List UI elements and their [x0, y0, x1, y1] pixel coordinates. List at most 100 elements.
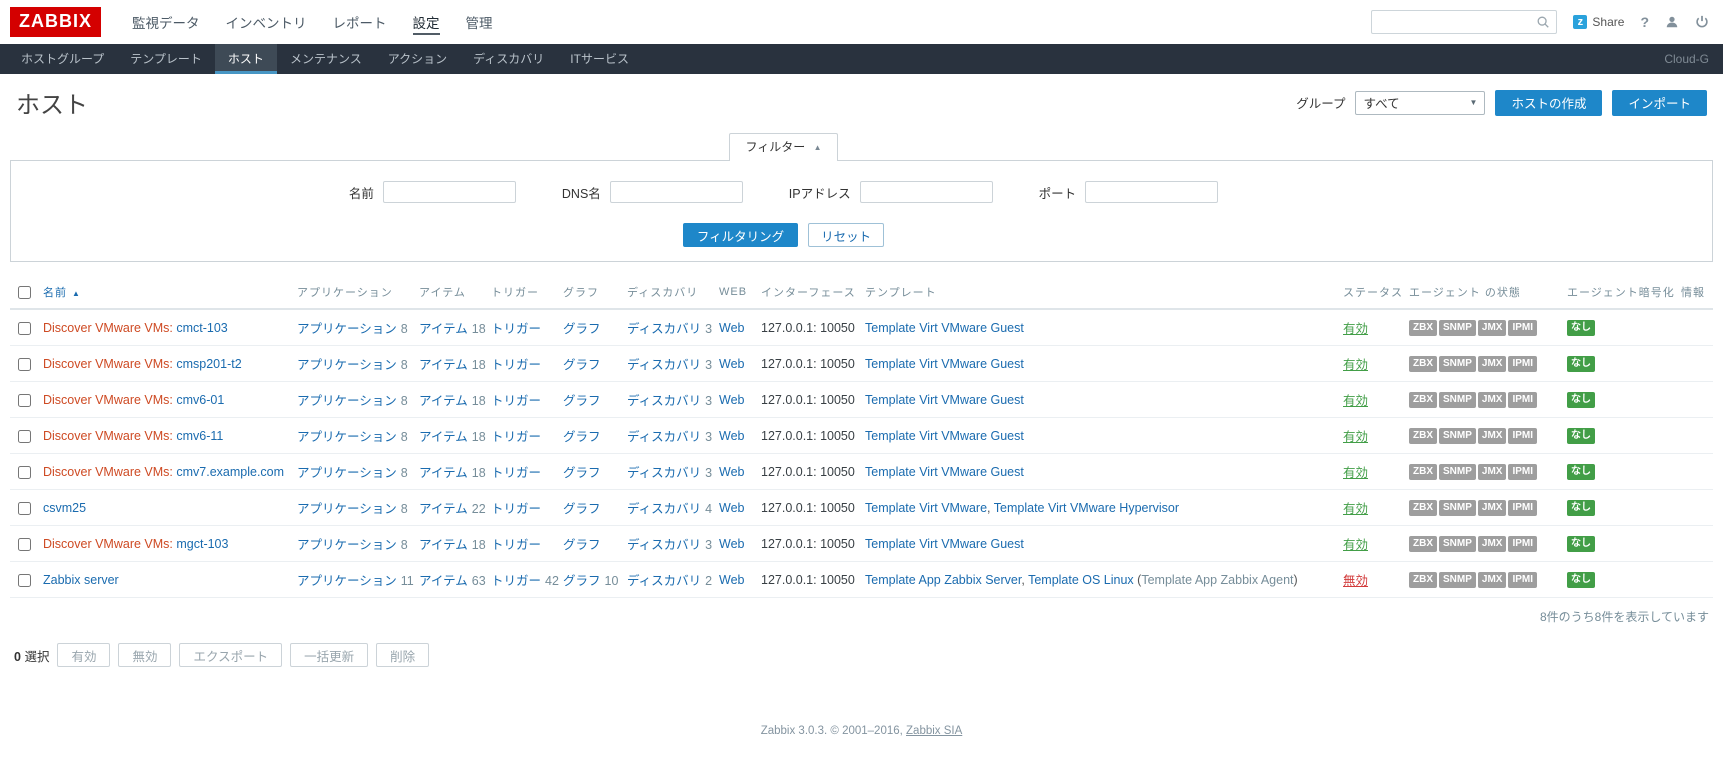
template-link[interactable]: Template Virt VMware	[865, 501, 987, 515]
triggers-link[interactable]: トリガー	[491, 538, 541, 552]
subnav-item[interactable]: ホストグループ	[8, 44, 117, 74]
user-profile-icon[interactable]	[1665, 15, 1679, 29]
subnav-item[interactable]: ホスト	[214, 44, 277, 74]
web-link[interactable]: Web	[719, 465, 744, 479]
triggers-link[interactable]: トリガー	[491, 394, 541, 408]
row-checkbox[interactable]	[18, 465, 31, 479]
share-button[interactable]: z Share	[1573, 15, 1624, 29]
discovery-link[interactable]: ディスカバリ	[627, 394, 701, 408]
status-link[interactable]: 有効	[1343, 466, 1368, 480]
web-link[interactable]: Web	[719, 501, 744, 515]
discovery-link[interactable]: ディスカバリ	[627, 358, 701, 372]
discovery-link[interactable]: ディスカバリ	[627, 538, 701, 552]
graphs-link[interactable]: グラフ	[563, 574, 601, 588]
template-link[interactable]: Template Virt VMware Guest	[865, 393, 1024, 407]
top-menu-item[interactable]: 監視データ	[119, 0, 213, 44]
top-menu-item[interactable]: 設定	[400, 0, 453, 44]
select-all-checkbox[interactable]	[18, 285, 31, 299]
top-menu-item[interactable]: 管理	[453, 0, 506, 44]
discovery-link[interactable]: ディスカバリ	[627, 502, 701, 516]
status-link[interactable]: 有効	[1343, 394, 1368, 408]
discovery-link[interactable]: ディスカバリ	[627, 322, 701, 336]
template-link[interactable]: Template Virt VMware Guest	[865, 429, 1024, 443]
items-link[interactable]: アイテム	[419, 322, 468, 336]
filter-toggle-tab[interactable]: フィルター ▲	[729, 133, 838, 161]
discovery-rule-link[interactable]: Discover VMware VMs:	[43, 465, 176, 479]
items-link[interactable]: アイテム	[419, 574, 468, 588]
host-name-link[interactable]: cmv6-11	[176, 429, 223, 443]
top-menu-item[interactable]: インベントリ	[213, 0, 320, 44]
graphs-link[interactable]: グラフ	[563, 358, 601, 372]
graphs-link[interactable]: グラフ	[563, 466, 601, 480]
row-checkbox[interactable]	[18, 429, 31, 443]
items-link[interactable]: アイテム	[419, 358, 468, 372]
template-link[interactable]: Template Virt VMware Guest	[865, 357, 1024, 371]
items-link[interactable]: アイテム	[419, 466, 468, 480]
filter-input-port[interactable]	[1085, 181, 1219, 203]
filter-apply-button[interactable]: フィルタリング	[682, 223, 799, 247]
top-menu-item[interactable]: レポート	[320, 0, 400, 44]
host-name-link[interactable]: cmv6-01	[176, 393, 224, 407]
items-link[interactable]: アイテム	[419, 502, 468, 516]
host-name-link[interactable]: cmv7.example.com	[176, 465, 284, 479]
status-link[interactable]: 有効	[1343, 502, 1368, 516]
status-link[interactable]: 有効	[1343, 322, 1368, 336]
template-link[interactable]: Template Virt VMware Guest	[865, 537, 1024, 551]
template-link[interactable]: Template Virt VMware Guest	[865, 465, 1024, 479]
discovery-rule-link[interactable]: Discover VMware VMs:	[43, 429, 176, 443]
subnav-item[interactable]: メンテナンス	[277, 44, 375, 74]
logout-power-icon[interactable]	[1695, 15, 1709, 29]
web-link[interactable]: Web	[719, 429, 744, 443]
applications-link[interactable]: アプリケーション	[297, 394, 397, 408]
host-name-link[interactable]: cmct-103	[176, 321, 227, 335]
search-input[interactable]	[1371, 10, 1558, 34]
items-link[interactable]: アイテム	[419, 394, 468, 408]
column-header[interactable]: 名前 ▲	[38, 275, 292, 310]
triggers-link[interactable]: トリガー	[491, 358, 541, 372]
footer-zabbix-sia-link[interactable]: Zabbix SIA	[906, 725, 962, 737]
discovery-rule-link[interactable]: Discover VMware VMs:	[43, 357, 176, 371]
discovery-link[interactable]: ディスカバリ	[627, 430, 701, 444]
triggers-link[interactable]: トリガー	[491, 430, 541, 444]
help-icon[interactable]: ?	[1640, 14, 1649, 30]
host-name-link[interactable]: csvm25	[43, 501, 86, 515]
row-checkbox[interactable]	[18, 321, 31, 335]
applications-link[interactable]: アプリケーション	[297, 466, 397, 480]
discovery-rule-link[interactable]: Discover VMware VMs:	[43, 393, 176, 407]
triggers-link[interactable]: トリガー	[491, 574, 541, 588]
status-link[interactable]: 有効	[1343, 430, 1368, 444]
subnav-item[interactable]: ディスカバリ	[460, 44, 557, 74]
applications-link[interactable]: アプリケーション	[297, 322, 397, 336]
row-checkbox[interactable]	[18, 357, 31, 371]
web-link[interactable]: Web	[719, 321, 744, 335]
filter-input-name[interactable]	[382, 181, 516, 203]
template-link[interactable]: Template OS Linux	[1028, 573, 1134, 587]
graphs-link[interactable]: グラフ	[563, 430, 601, 444]
discovery-link[interactable]: ディスカバリ	[627, 466, 701, 480]
applications-link[interactable]: アプリケーション	[297, 358, 397, 372]
graphs-link[interactable]: グラフ	[563, 322, 601, 336]
group-select[interactable]: すべて ▼	[1355, 90, 1486, 115]
search-icon[interactable]	[1536, 15, 1550, 29]
row-checkbox[interactable]	[18, 393, 31, 407]
web-link[interactable]: Web	[719, 393, 744, 407]
filter-input-dns[interactable]	[609, 181, 743, 203]
status-link[interactable]: 無効	[1343, 574, 1368, 588]
graphs-link[interactable]: グラフ	[563, 502, 601, 516]
web-link[interactable]: Web	[719, 537, 744, 551]
status-link[interactable]: 有効	[1343, 538, 1368, 552]
host-name-link[interactable]: Zabbix server	[43, 573, 119, 587]
subnav-item[interactable]: アクション	[375, 44, 460, 74]
zabbix-logo[interactable]: ZABBIX	[10, 7, 101, 37]
graphs-link[interactable]: グラフ	[563, 394, 601, 408]
row-checkbox[interactable]	[18, 501, 31, 515]
column-sort-link[interactable]: 名前	[43, 287, 67, 299]
create-host-button[interactable]: ホストの作成	[1495, 89, 1603, 116]
import-button[interactable]: インポート	[1612, 89, 1707, 116]
template-link[interactable]: Template Virt VMware Guest	[865, 321, 1024, 335]
applications-link[interactable]: アプリケーション	[297, 538, 397, 552]
host-name-link[interactable]: cmsp201-t2	[176, 357, 241, 371]
items-link[interactable]: アイテム	[419, 538, 468, 552]
web-link[interactable]: Web	[719, 357, 744, 371]
row-checkbox[interactable]	[18, 537, 31, 551]
